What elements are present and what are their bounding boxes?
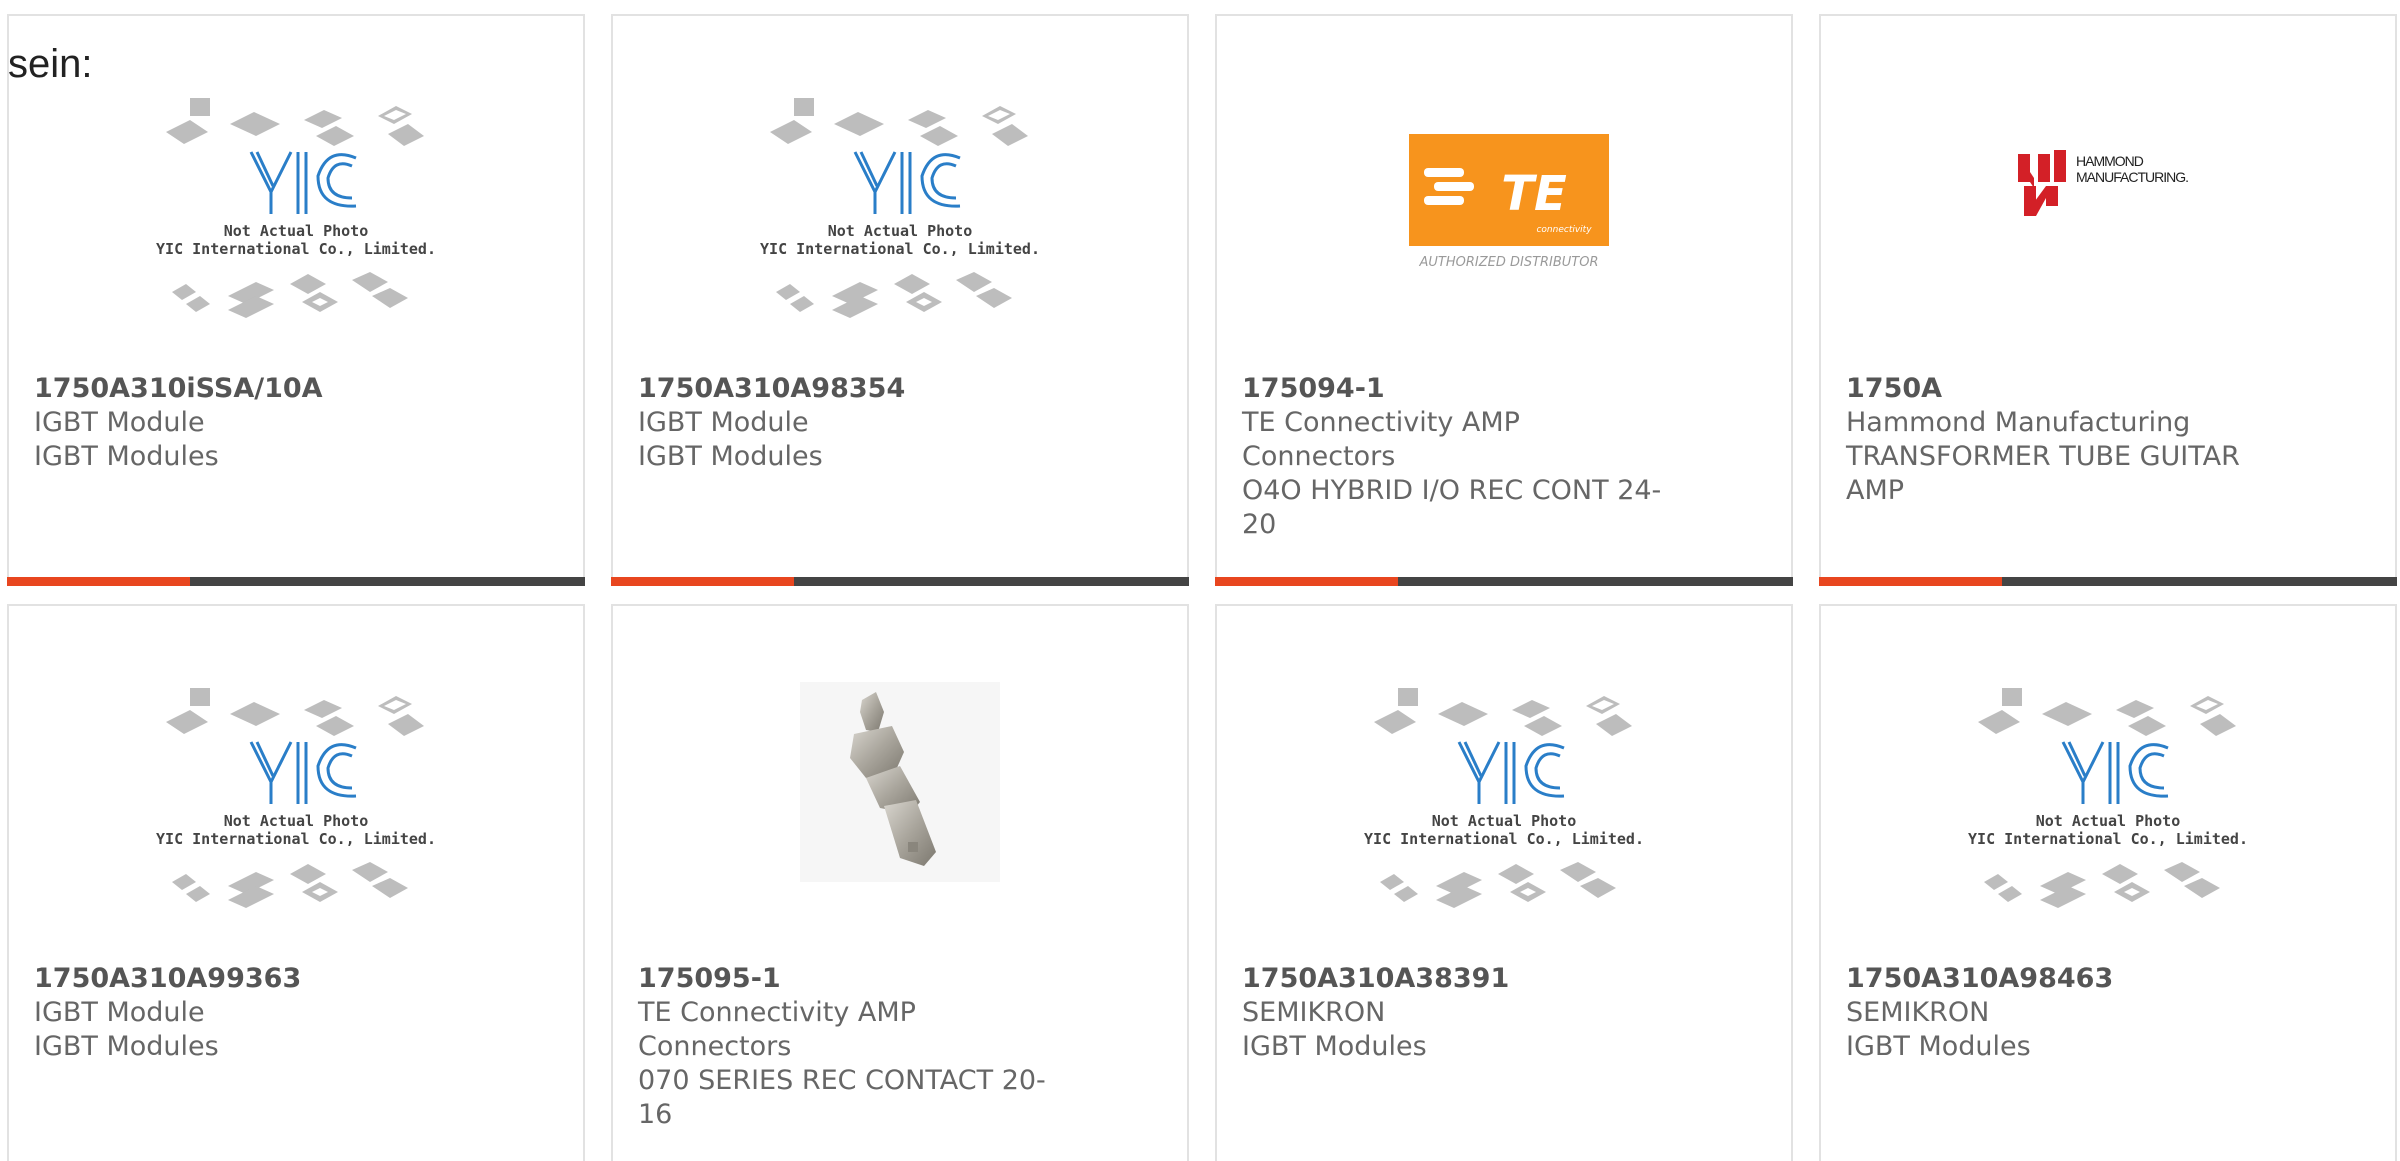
svg-text:YIC International Co., Limited: YIC International Co., Limited. [156,240,436,258]
card-accent-bar [611,577,794,586]
svg-text:Not Actual Photo: Not Actual Photo [1432,812,1577,830]
description: 070 SERIES REC CONTACT 20-16 [638,1065,1046,1130]
card-bottom-bar [611,577,1189,586]
connector-photo-image[interactable] [613,682,1187,956]
manufacturer: IGBT Module [34,407,205,438]
description: IGBT Modules [1846,1031,2031,1062]
description: IGBT Modules [34,441,219,472]
product-grid-page: sein: Not Actual Photo YIC International… [0,0,2400,1161]
yic-placeholder-graphic: Not Actual Photo YIC International Co., … [1968,688,2248,908]
part-number-link[interactable]: 1750A310A98463 [1846,962,2266,996]
product-card[interactable]: HAMMOND MANUFACTURING. 1750A Hammond Man… [1819,14,2397,586]
card-bottom-bar [1819,577,2397,586]
card-details: 1750A310A99363 IGBT Module IGBT Modules [34,962,454,1064]
yic-placeholder-image[interactable]: Not Actual Photo YIC International Co., … [1217,686,1791,956]
hammond-logo-image[interactable]: HAMMOND MANUFACTURING. [1821,96,2395,366]
description-continued: AMP [1846,475,1905,506]
intro-text: sein: [8,42,93,86]
part-number-link[interactable]: 1750A310A99363 [34,962,454,996]
card-bottom-bar [1215,577,1793,586]
part-number-link[interactable]: 1750A310A38391 [1242,962,1662,996]
part-number-link[interactable]: 1750A310A98354 [638,372,1058,406]
yic-placeholder-image[interactable]: Not Actual Photo YIC International Co., … [613,96,1187,366]
description: TRANSFORMER TUBE GUITAR [1846,441,2240,472]
yic-placeholder-graphic: Not Actual Photo YIC International Co., … [1364,688,1644,908]
svg-text:YIC International Co., Limited: YIC International Co., Limited. [1968,830,2248,848]
card-details: 1750A310iSSA/10A IGBT Module IGBT Module… [34,372,454,474]
manufacturer: TE Connectivity AMP Connectors [1242,407,1520,472]
manufacturer: IGBT Module [638,407,809,438]
part-number-link[interactable]: 175095-1 [638,962,1058,996]
svg-text:TE: TE [1501,166,1567,222]
svg-text:HAMMOND: HAMMOND [2076,153,2144,169]
description: IGBT Modules [34,1031,219,1062]
card-details: 1750A310A38391 SEMIKRON IGBT Modules [1242,962,1662,1064]
svg-text:Not Actual Photo: Not Actual Photo [828,222,973,240]
te-connectivity-logo: TE connectivity AUTHORIZED DISTRIBUTOR [1409,134,1609,270]
svg-text:connectivity: connectivity [1536,225,1592,235]
yic-placeholder-image[interactable]: Not Actual Photo YIC International Co., … [1821,686,2395,956]
yic-placeholder-image[interactable]: Not Actual Photo YIC International Co., … [9,686,583,956]
manufacturer: SEMIKRON [1242,997,1386,1028]
card-details: 1750A Hammond Manufacturing TRANSFORMER … [1846,372,2266,508]
card-bottom-bar [7,577,585,586]
yic-placeholder-graphic: Not Actual Photo YIC International Co., … [156,98,436,318]
te-logo-image[interactable]: TE connectivity AUTHORIZED DISTRIBUTOR [1217,96,1791,366]
description-continued: 20 [1242,509,1277,540]
description: IGBT Modules [638,441,823,472]
svg-text:AUTHORIZED DISTRIBUTOR: AUTHORIZED DISTRIBUTOR [1418,255,1598,270]
product-card[interactable]: TE connectivity AUTHORIZED DISTRIBUTOR 1… [1215,14,1793,586]
description: O4O HYBRID I/O REC CONT 24- [1242,475,1662,506]
svg-text:YIC International Co., Limited: YIC International Co., Limited. [1364,830,1644,848]
product-card[interactable]: Not Actual Photo YIC International Co., … [611,14,1189,586]
card-details: 175094-1 TE Connectivity AMP Connectors … [1242,372,1662,542]
card-accent-bar [1819,577,2002,586]
hammond-manufacturing-logo: HAMMOND MANUFACTURING. [2018,150,2189,216]
svg-text:Not Actual Photo: Not Actual Photo [2036,812,2181,830]
product-card[interactable]: Not Actual Photo YIC International Co., … [7,14,585,586]
crimp-contact-photo [800,682,1000,882]
card-details: 1750A310A98354 IGBT Module IGBT Modules [638,372,1058,474]
description: IGBT Modules [1242,1031,1427,1062]
card-accent-bar [1215,577,1398,586]
card-details: 175095-1 TE Connectivity AMP Connectors … [638,962,1058,1132]
svg-text:MANUFACTURING.: MANUFACTURING. [2076,169,2188,185]
card-details: 1750A310A98463 SEMIKRON IGBT Modules [1846,962,2266,1064]
card-accent-bar [7,577,190,586]
svg-text:YIC International Co., Limited: YIC International Co., Limited. [156,830,436,848]
product-card[interactable]: Not Actual Photo YIC International Co., … [1819,604,2397,1161]
product-card[interactable]: 175095-1 TE Connectivity AMP Connectors … [611,604,1189,1161]
yic-placeholder-image[interactable]: Not Actual Photo YIC International Co., … [9,96,583,366]
manufacturer: TE Connectivity AMP Connectors [638,997,916,1062]
product-card[interactable]: Not Actual Photo YIC International Co., … [7,604,585,1161]
part-number-link[interactable]: 175094-1 [1242,372,1662,406]
svg-text:YIC International Co., Limited: YIC International Co., Limited. [760,240,1040,258]
manufacturer: Hammond Manufacturing [1846,407,2191,438]
part-number-link[interactable]: 1750A310iSSA/10A [34,372,454,406]
manufacturer: SEMIKRON [1846,997,1990,1028]
part-number-link[interactable]: 1750A [1846,372,2266,406]
yic-placeholder-graphic: Not Actual Photo YIC International Co., … [156,688,436,908]
yic-placeholder-graphic: Not Actual Photo YIC International Co., … [760,98,1040,318]
svg-text:Not Actual Photo: Not Actual Photo [224,812,369,830]
svg-text:Not Actual Photo: Not Actual Photo [224,222,369,240]
product-card[interactable]: Not Actual Photo YIC International Co., … [1215,604,1793,1161]
manufacturer: IGBT Module [34,997,205,1028]
